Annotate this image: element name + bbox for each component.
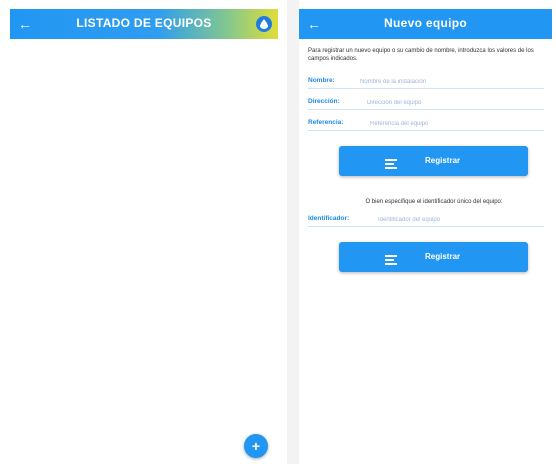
- list-icon: [385, 252, 397, 270]
- identifier-note: O bien especifique el identificador únic…: [365, 199, 503, 205]
- equipment-list-screen: ← LISTADO DE EQUIPOS +: [10, 0, 278, 464]
- register-button-label: Registrar: [425, 252, 461, 261]
- referencia-input[interactable]: [370, 118, 540, 129]
- direccion-label: Dirección:: [308, 98, 340, 105]
- form-app-bar: ← Nuevo equipo: [299, 9, 552, 39]
- referencia-label: Referencia:: [308, 119, 344, 126]
- identificador-input[interactable]: [378, 214, 540, 225]
- form-title: Nuevo equipo: [384, 16, 467, 30]
- drop-icon[interactable]: [256, 16, 272, 32]
- list-app-bar: ← LISTADO DE EQUIPOS: [10, 9, 278, 39]
- identificador-label: Identificador:: [308, 215, 350, 222]
- form-instructions: Para registrar un nuevo equipo o su camb…: [308, 48, 534, 62]
- list-title: LISTADO DE EQUIPOS: [76, 16, 212, 30]
- list-icon: [385, 156, 397, 174]
- identificador-field: Identificador:: [308, 214, 544, 227]
- register-button[interactable]: Registrar: [339, 146, 528, 176]
- referencia-field: Referencia:: [308, 118, 544, 131]
- plus-icon: +: [251, 438, 261, 454]
- register-button-label: Registrar: [425, 156, 461, 165]
- nombre-field: Nombre:: [308, 76, 544, 89]
- add-equipment-button[interactable]: +: [244, 434, 268, 458]
- nombre-input[interactable]: [360, 76, 540, 87]
- direccion-field: Dirección:: [308, 97, 544, 110]
- new-equipment-screen: ← Nuevo equipo Para registrar un nuevo e…: [299, 0, 552, 464]
- register-by-id-button[interactable]: Registrar: [339, 242, 528, 272]
- direccion-input[interactable]: [367, 97, 540, 108]
- nombre-label: Nombre:: [308, 77, 335, 84]
- panel-divider: [287, 0, 299, 464]
